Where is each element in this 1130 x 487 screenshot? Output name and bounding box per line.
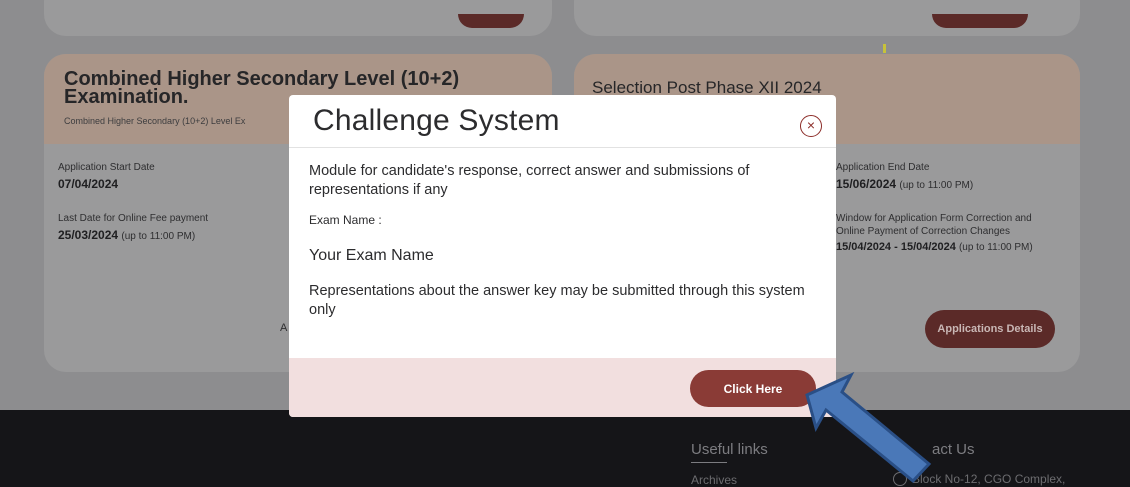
footer-address: Block No-12, CGO Complex, bbox=[912, 472, 1066, 486]
modal-note: Representations about the answer key may… bbox=[309, 283, 805, 318]
window-value: 15/04/2024 - 15/04/2024 (up to 11:00 PM) bbox=[836, 241, 1033, 253]
footer-contact-heading: act Us bbox=[932, 441, 975, 458]
card-button-partial[interactable]: A bbox=[280, 322, 287, 334]
card-top-right bbox=[574, 0, 1080, 36]
exam-name-label: Exam Name : bbox=[309, 213, 382, 227]
window-label-line1: Window for Application Form Correction a… bbox=[836, 213, 1032, 224]
window-label-line2: Online Payment of Correction Changes bbox=[836, 226, 1010, 237]
close-icon[interactable]: × bbox=[800, 115, 822, 137]
footer-link-archives[interactable]: Archives bbox=[691, 473, 737, 487]
applications-details-button[interactable]: Applications Details bbox=[925, 310, 1055, 348]
click-here-button[interactable]: Click Here bbox=[690, 370, 816, 407]
challenge-system-modal: Challenge System × Module for candidate'… bbox=[289, 95, 836, 417]
card-top-left bbox=[44, 0, 552, 36]
location-icon bbox=[893, 472, 907, 486]
modal-footer: Click Here bbox=[289, 358, 836, 417]
fee-date-label: Last Date for Online Fee payment bbox=[58, 213, 209, 224]
card-button-top-left[interactable] bbox=[458, 14, 524, 28]
decorative-mark bbox=[883, 44, 886, 53]
card-button-top-right[interactable] bbox=[932, 14, 1028, 28]
fee-date-value: 25/03/2024 (up to 11:00 PM) bbox=[58, 228, 196, 242]
start-date-value: 07/04/2024 bbox=[58, 177, 119, 191]
card-subtitle: Combined Higher Secondary (10+2) Level E… bbox=[64, 116, 246, 126]
exam-name-value: Your Exam Name bbox=[309, 247, 434, 264]
start-date-label: Application Start Date bbox=[58, 162, 155, 173]
modal-description: Module for candidate's response, correct… bbox=[309, 163, 750, 198]
end-date-value: 15/06/2024 (up to 11:00 PM) bbox=[836, 177, 974, 191]
footer-useful-links-heading: Useful links bbox=[691, 441, 768, 463]
end-date-label: Application End Date bbox=[836, 162, 930, 173]
modal-title: Challenge System bbox=[313, 104, 560, 137]
footer: Useful links Archives act Us Block No-12… bbox=[0, 410, 1130, 487]
modal-divider bbox=[289, 147, 836, 148]
card-title-line2: Examination. bbox=[64, 86, 189, 108]
